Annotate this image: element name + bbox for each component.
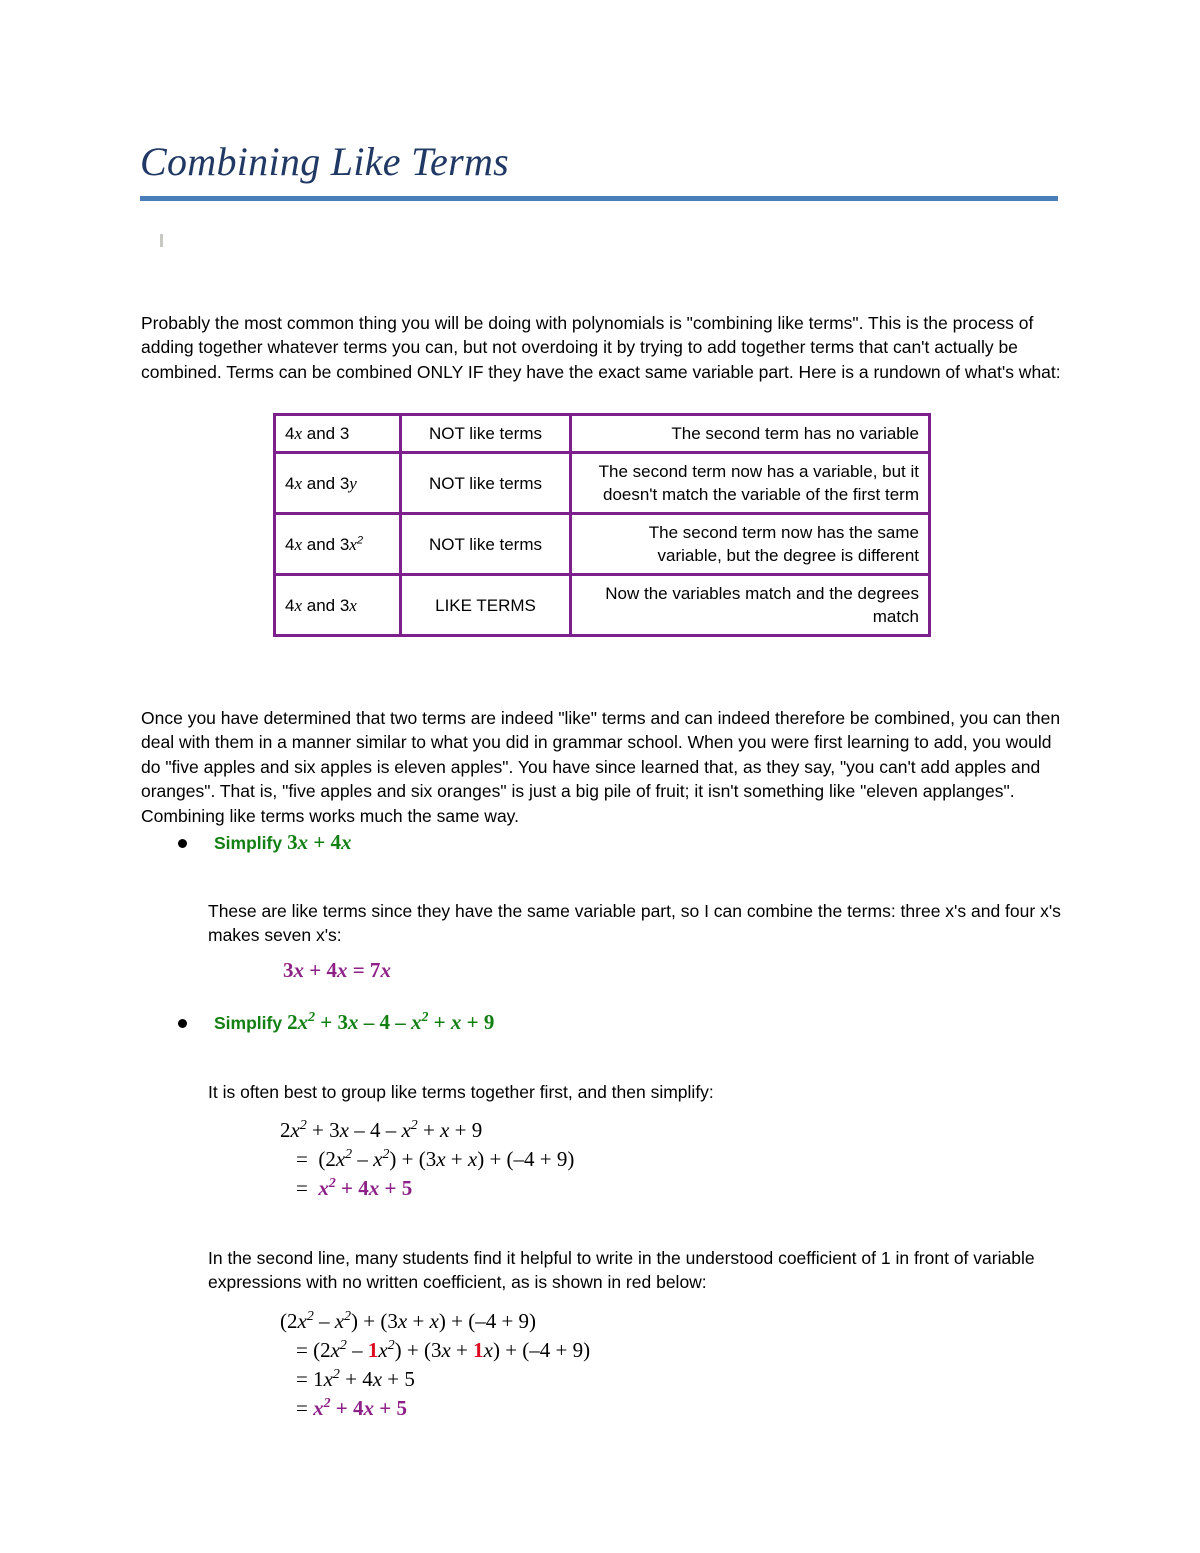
table-row: 4x and 3x LIKE TERMS Now the variables m…	[276, 576, 928, 634]
example-2-work-block: 2x2 + 3x – 4 – x2 + x + 9 = (2x2 – x2) +…	[280, 1116, 574, 1203]
paragraph-mark	[160, 234, 163, 247]
intro-paragraph: Probably the most common thing you will …	[141, 312, 1061, 382]
table-cell-verdict: NOT like terms	[402, 515, 572, 576]
page-title: Combining Like Terms	[140, 139, 510, 184]
apples-paragraph: Once you have determined that two terms …	[141, 707, 1061, 826]
table-cell-expression: 4x and 3x2	[276, 515, 402, 576]
work-line: 2x2 + 3x – 4 – x2 + x + 9	[280, 1117, 483, 1142]
like-terms-table: 4x and 3 NOT like terms The second term …	[273, 413, 931, 637]
table-cell-expression: 4x and 3x	[276, 576, 402, 634]
table-row: 4x and 3x2 NOT like terms The second ter…	[276, 515, 928, 576]
simplify-label: Simplify	[214, 1013, 283, 1033]
example-2-work-block-red: (2x2 – x2) + (3x + x) + (–4 + 9) = (2x2 …	[280, 1307, 590, 1423]
bullet-icon	[178, 1019, 187, 1028]
example-2-note: In the second line, many students find i…	[208, 1247, 1035, 1293]
example-2-expression: 2x2 + 3x – 4 – x2 + x + 9	[287, 1009, 495, 1034]
simplify-label: Simplify	[214, 833, 283, 853]
work-line: = x2 + 4x + 5	[296, 1175, 413, 1200]
bullet-icon	[178, 839, 187, 848]
title-block: Combining Like Terms	[140, 142, 1060, 201]
document-page: Combining Like Terms Probably the most c…	[0, 0, 1200, 1553]
work-line: = (2x2 – x2) + (3x + x) + (–4 + 9)	[296, 1146, 575, 1171]
table-row: 4x and 3 NOT like terms The second term …	[276, 416, 928, 454]
table-cell-reason: The second term now has the same variabl…	[572, 515, 928, 576]
example-1-explanation: These are like terms since they have the…	[208, 900, 1061, 946]
example-1-heading: Simplify 3x + 4x	[178, 830, 352, 855]
table-cell-reason: Now the variables match and the degrees …	[572, 576, 928, 634]
work-line: = 1x2 + 4x + 5	[296, 1366, 415, 1391]
table-cell-verdict: NOT like terms	[402, 454, 572, 515]
work-line: = x2 + 4x + 5	[296, 1395, 407, 1420]
table-cell-expression: 4x and 3	[276, 416, 402, 454]
title-divider	[140, 196, 1058, 201]
example-2-explanation: It is often best to group like terms tog…	[208, 1081, 714, 1102]
work-line: = (2x2 – 1x2) + (3x + 1x) + (–4 + 9)	[296, 1337, 591, 1362]
example-2-heading: Simplify 2x2 + 3x – 4 – x2 + x + 9	[178, 1010, 494, 1035]
table-cell-reason: The second term now has a variable, but …	[572, 454, 928, 515]
example-1-expression: 3x + 4x	[287, 830, 352, 854]
like-terms-table-wrapper: 4x and 3 NOT like terms The second term …	[273, 413, 931, 637]
table-cell-verdict: NOT like terms	[402, 416, 572, 454]
work-line: (2x2 – x2) + (3x + x) + (–4 + 9)	[280, 1308, 537, 1333]
table-cell-verdict: LIKE TERMS	[402, 576, 572, 634]
table-row: 4x and 3y NOT like terms The second term…	[276, 454, 928, 515]
table-cell-expression: 4x and 3y	[276, 454, 402, 515]
example-1-answer: 3x + 4x = 7x	[283, 958, 391, 982]
example-1-label-line: Simplify 3x + 4x	[214, 830, 352, 855]
table-cell-reason: The second term has no variable	[572, 416, 928, 454]
example-2-label-line: Simplify 2x2 + 3x – 4 – x2 + x + 9	[214, 1010, 494, 1035]
